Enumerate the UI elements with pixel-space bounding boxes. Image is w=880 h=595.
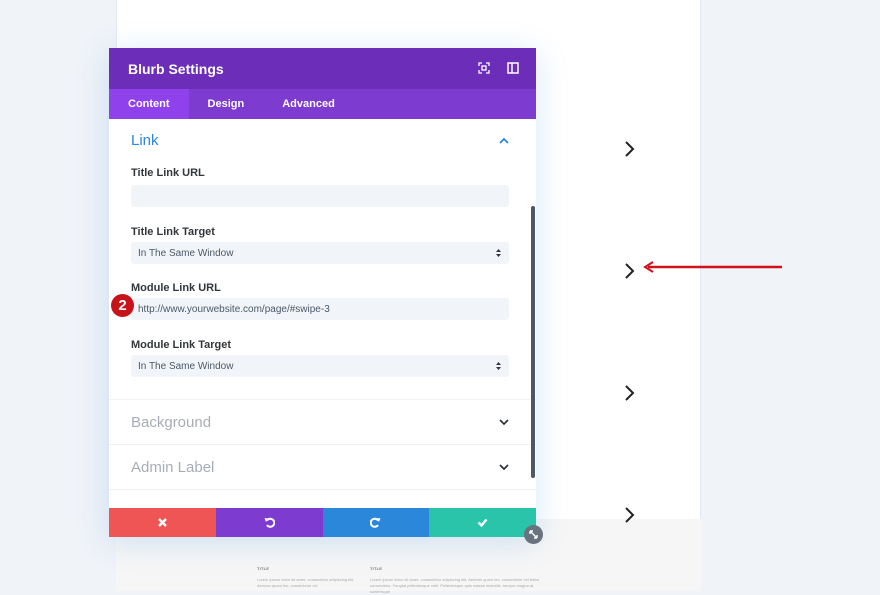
- chevron-down-icon: [499, 463, 509, 470]
- modal-title: Blurb Settings: [128, 60, 224, 77]
- modal-header: Blurb Settings: [109, 48, 536, 89]
- section-divider: [109, 489, 536, 490]
- chevron-right-icon[interactable]: [622, 262, 636, 280]
- section-title-admin-label: Admin Label: [131, 458, 215, 476]
- settings-tabs: Content Design Advanced: [109, 89, 536, 119]
- chevron-up-icon: [499, 137, 509, 144]
- chevron-right-icon[interactable]: [622, 506, 636, 524]
- chevron-right-icon[interactable]: [622, 140, 636, 158]
- step-number-badge: 2: [111, 294, 134, 317]
- undo-icon: [264, 517, 275, 528]
- redo-icon: [370, 517, 381, 528]
- footer-column-title: TITLE: [257, 566, 270, 571]
- select-arrows-icon: [496, 249, 501, 257]
- resize-handle[interactable]: [524, 525, 543, 544]
- section-title-background: Background: [131, 413, 212, 431]
- title-link-target-select[interactable]: In The Same Window: [131, 242, 509, 264]
- footer-column-text: Lorem ipsum dolor sit amet, consectetur …: [370, 577, 540, 594]
- chevron-right-icon[interactable]: [622, 384, 636, 402]
- module-link-target-select[interactable]: In The Same Window: [131, 355, 509, 377]
- checkmark-icon: [477, 518, 488, 528]
- module-link-target-value: In The Same Window: [138, 360, 234, 372]
- module-link-target-label: Module Link Target: [131, 339, 232, 351]
- module-link-url-label: Module Link URL: [131, 282, 221, 294]
- footer-column-1: TITLE Lorem ipsum dolor sit amet, consec…: [257, 566, 357, 589]
- modal-footer: [109, 508, 536, 537]
- footer-column-text: Lorem ipsum dolor sit amet, consectetur …: [257, 577, 355, 588]
- sidebar-toggle-icon[interactable]: [507, 62, 519, 74]
- close-icon: [158, 518, 167, 527]
- title-link-target-label: Title Link Target: [131, 226, 215, 238]
- title-link-url-label: Title Link URL: [131, 167, 205, 179]
- redo-button[interactable]: [322, 508, 430, 537]
- modal-body: Link Title Link URL Title Link Target In…: [109, 119, 536, 508]
- section-admin-label-toggle[interactable]: Admin Label: [109, 445, 536, 489]
- discard-button[interactable]: [109, 508, 216, 537]
- annotation-arrow-icon: [643, 261, 782, 273]
- resize-icon: [529, 530, 538, 539]
- tab-content[interactable]: Content: [109, 89, 189, 119]
- tab-advanced[interactable]: Advanced: [263, 89, 354, 119]
- title-link-target-value: In The Same Window: [138, 247, 234, 259]
- section-title-link: Link: [131, 131, 159, 149]
- focus-icon[interactable]: [478, 62, 490, 74]
- footer-column-title: TITLE: [370, 566, 383, 571]
- module-link-url-input[interactable]: http://www.yourwebsite.com/page/#swipe-3: [131, 298, 509, 320]
- section-link-toggle[interactable]: Link: [109, 119, 536, 161]
- title-link-url-input[interactable]: [131, 185, 509, 207]
- blurb-settings-modal: Blurb Settings Content Design Advanced L…: [109, 48, 536, 537]
- tab-design[interactable]: Design: [189, 89, 264, 119]
- section-background-toggle[interactable]: Background: [109, 400, 536, 444]
- modal-scrollbar[interactable]: [531, 206, 535, 478]
- chevron-down-icon: [499, 418, 509, 425]
- undo-button[interactable]: [215, 508, 323, 537]
- save-button[interactable]: [429, 508, 536, 537]
- select-arrows-icon: [496, 362, 501, 370]
